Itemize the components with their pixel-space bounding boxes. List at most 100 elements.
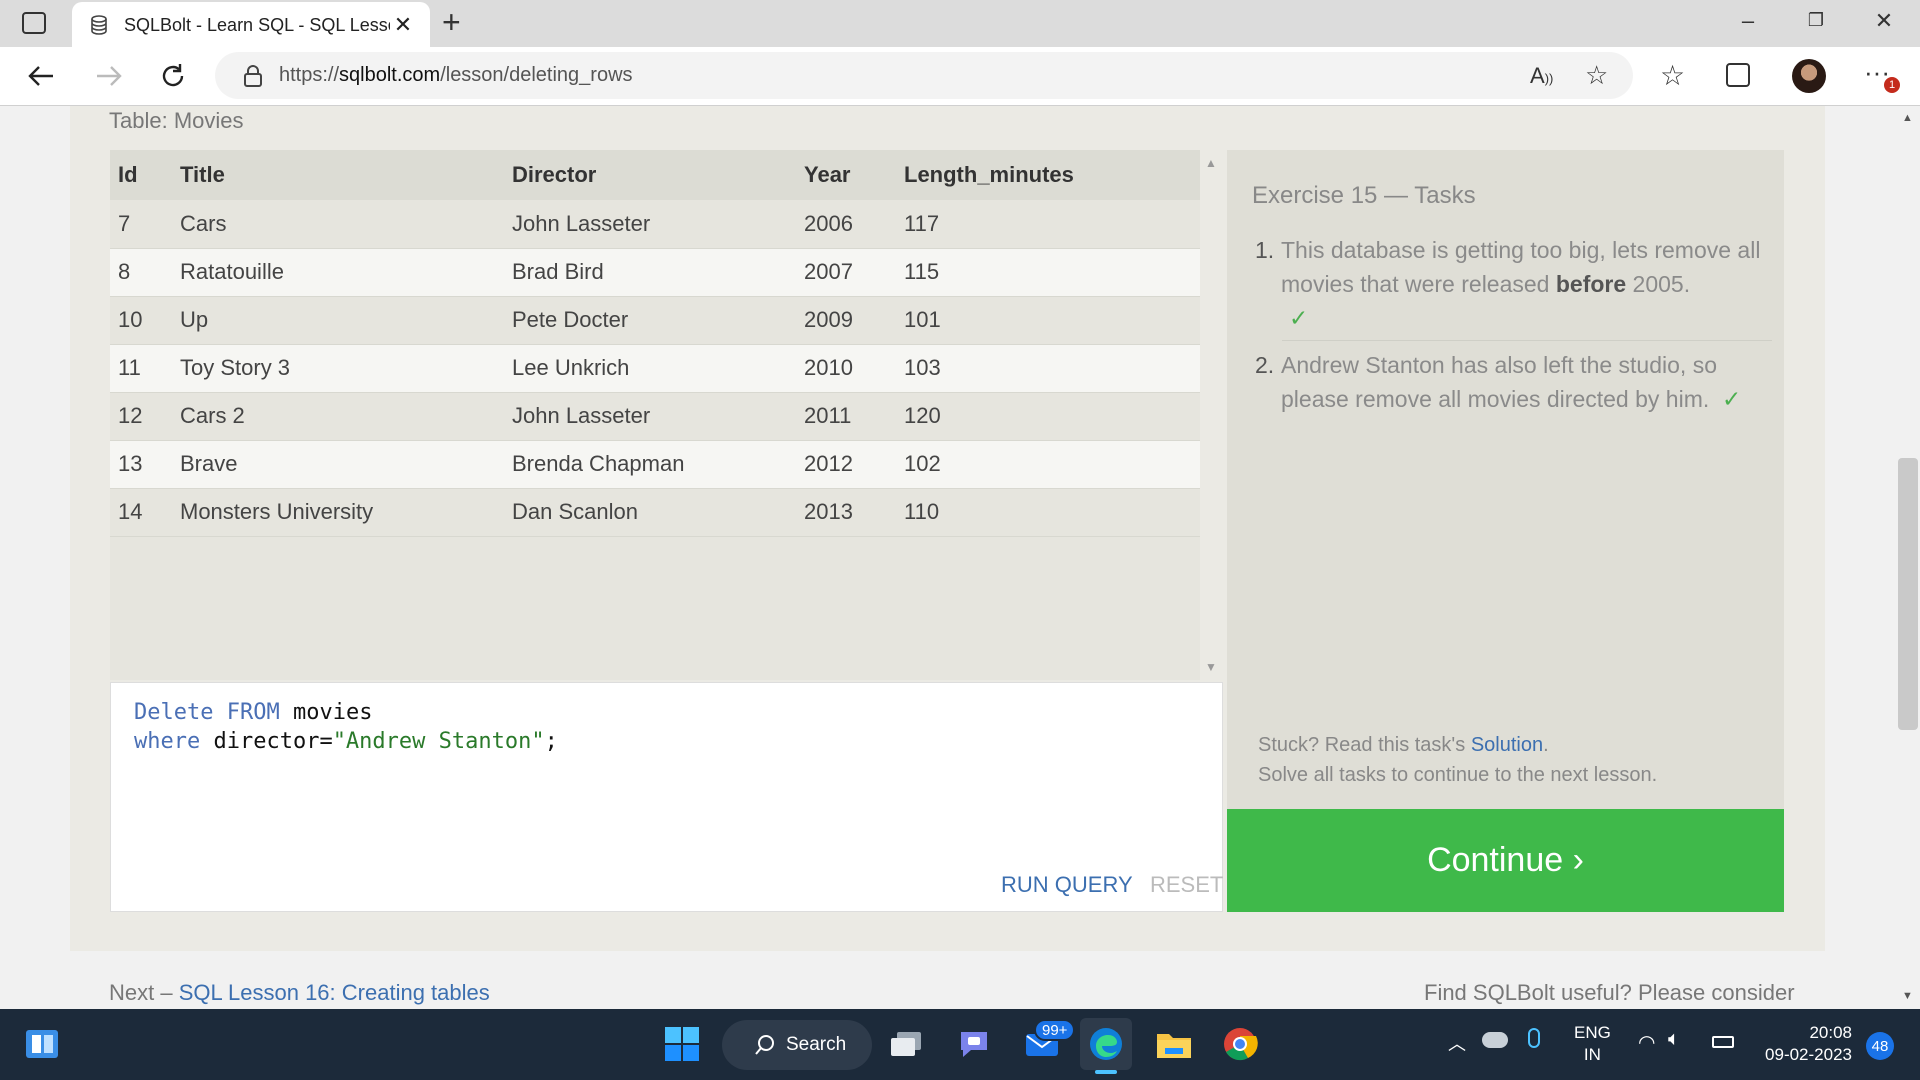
address-bar[interactable]: https://sqlbolt.com/lesson/deleting_rows… [215, 52, 1633, 99]
add-favorite-icon[interactable]: ☆ [1585, 60, 1608, 91]
table-cell: Ratatouille [172, 248, 504, 297]
next-lesson-line: Next – SQL Lesson 16: Creating tables [109, 980, 490, 1005]
read-aloud-icon[interactable]: A)) [1530, 63, 1553, 89]
next-lesson-link[interactable]: SQL Lesson 16: Creating tables [179, 980, 490, 1005]
volume-icon[interactable]: 🔈︎ [1668, 1028, 1680, 1051]
column-header: Director [504, 150, 796, 200]
battery-icon[interactable] [1712, 1036, 1734, 1048]
widgets-icon[interactable] [16, 1018, 68, 1070]
table-row: 11 Toy Story 3 Lee Unkrich 2010 103 [110, 344, 1200, 393]
stuck-help-text: Stuck? Read this task's Solution. Solve … [1258, 734, 1658, 786]
table-cell: Monsters University [172, 488, 504, 537]
table-row: 7 Cars John Lasseter 2006 117 [110, 200, 1200, 249]
table-cell: Cars [172, 200, 504, 249]
close-window-icon[interactable]: ✕ [1854, 8, 1914, 34]
table-scroll-down-icon[interactable]: ▼ [1205, 660, 1217, 674]
table-cell: 11 [110, 344, 172, 393]
table-row: 8 Ratatouille Brad Bird 2007 115 [110, 248, 1200, 297]
forward-icon [86, 53, 132, 99]
sql-code[interactable]: Delete FROM movies where director="Andre… [134, 698, 558, 756]
collections-icon[interactable] [1726, 63, 1750, 87]
continue-button[interactable]: Continue › [1227, 809, 1784, 912]
table-cell: 7 [110, 200, 172, 249]
table-cell: Brad Bird [504, 248, 796, 297]
notification-count-badge[interactable]: 48 [1866, 1032, 1894, 1060]
minimize-icon[interactable]: – [1718, 8, 1778, 34]
tasks-title: Exercise 15 — Tasks [1252, 182, 1476, 209]
new-tab-icon[interactable]: + [442, 4, 461, 41]
taskbar-search-button[interactable]: Search [722, 1020, 872, 1070]
back-icon[interactable] [18, 53, 64, 99]
database-icon [91, 15, 107, 35]
table-cell: 102 [896, 440, 1200, 489]
table-cell: John Lasseter [504, 200, 796, 249]
table-cell: 14 [110, 488, 172, 537]
show-hidden-icons[interactable]: ︿ [1448, 1030, 1466, 1056]
table-scroll-up-icon[interactable]: ▲ [1205, 156, 1217, 170]
table-cell: 103 [896, 344, 1200, 393]
task-item: 2. Andrew Stanton has also left the stud… [1255, 352, 1742, 412]
wifi-icon[interactable]: ◠ [1638, 1030, 1655, 1055]
search-icon [755, 1035, 774, 1055]
table-cell: 10 [110, 296, 172, 345]
table-cell: Cars 2 [172, 392, 504, 441]
restore-icon[interactable]: ❐ [1786, 10, 1846, 31]
table-cell: 2007 [796, 248, 896, 297]
onedrive-icon[interactable] [1482, 1032, 1508, 1048]
microphone-icon[interactable] [1528, 1028, 1540, 1048]
tab-title: SQLBolt - Learn SQL - SQL Lesso [124, 14, 390, 35]
url-text[interactable]: https://sqlbolt.com/lesson/deleting_rows [279, 64, 633, 87]
refresh-icon[interactable] [150, 53, 196, 99]
profile-avatar[interactable] [1792, 59, 1826, 93]
tab-actions-icon[interactable] [22, 12, 46, 34]
teams-chat-icon[interactable] [948, 1018, 1000, 1070]
table-cell: 120 [896, 392, 1200, 441]
edge-browser-icon[interactable] [1080, 1018, 1132, 1070]
chrome-icon[interactable] [1214, 1018, 1266, 1070]
table-cell: Toy Story 3 [172, 344, 504, 393]
table-cell: 2010 [796, 344, 896, 393]
active-app-indicator [1095, 1070, 1117, 1074]
scrollbar-thumb[interactable] [1898, 458, 1918, 730]
task-view-icon[interactable] [880, 1018, 932, 1070]
table-row: 12 Cars 2 John Lasseter 2011 120 [110, 392, 1200, 441]
check-icon: ✓ [1289, 305, 1309, 331]
results-table: Id Title Director Year Length_minutes 7 … [110, 150, 1200, 537]
scroll-down-icon[interactable]: ▼ [1902, 990, 1913, 1002]
favorites-icon[interactable]: ☆ [1660, 59, 1685, 92]
clock[interactable]: 20:08 09-02-2023 [1752, 1022, 1852, 1066]
results-table-container[interactable]: Id Title Director Year Length_minutes 7 … [110, 150, 1200, 680]
table-label: Table: Movies [109, 108, 244, 133]
table-cell: Dan Scanlon [504, 488, 796, 537]
task-divider [1282, 340, 1772, 341]
close-tab-icon[interactable]: ✕ [390, 12, 416, 38]
table-cell: Brenda Chapman [504, 440, 796, 489]
table-cell: 8 [110, 248, 172, 297]
table-cell: 101 [896, 296, 1200, 345]
mail-badge: 99+ [1034, 1019, 1076, 1041]
solution-link[interactable]: Solution [1471, 734, 1543, 756]
table-cell: 117 [896, 200, 1200, 249]
table-cell: Pete Docter [504, 296, 796, 345]
table-cell: 12 [110, 392, 172, 441]
table-cell: 110 [896, 488, 1200, 537]
tab-sqlbolt[interactable]: SQLBolt - Learn SQL - SQL Lesso ✕ [72, 2, 430, 48]
start-icon[interactable] [656, 1018, 708, 1070]
table-cell: 13 [110, 440, 172, 489]
table-cell: 2012 [796, 440, 896, 489]
table-cell: John Lasseter [504, 392, 796, 441]
language-indicator[interactable]: ENG IN [1574, 1022, 1611, 1066]
navigation-bar: https://sqlbolt.com/lesson/deleting_rows… [0, 47, 1920, 106]
table-cell: 2013 [796, 488, 896, 537]
table-cell: Lee Unkrich [504, 344, 796, 393]
reset-button[interactable]: RESET [1150, 872, 1223, 898]
run-query-button[interactable]: RUN QUERY [1001, 872, 1133, 898]
lock-icon[interactable] [243, 64, 263, 88]
table-cell: 115 [896, 248, 1200, 297]
table-cell: Up [172, 296, 504, 345]
table-cell: 2009 [796, 296, 896, 345]
file-explorer-icon[interactable] [1148, 1018, 1200, 1070]
table-cell: Brave [172, 440, 504, 489]
scroll-up-icon[interactable]: ▲ [1902, 112, 1913, 124]
column-header: Year [796, 150, 896, 200]
